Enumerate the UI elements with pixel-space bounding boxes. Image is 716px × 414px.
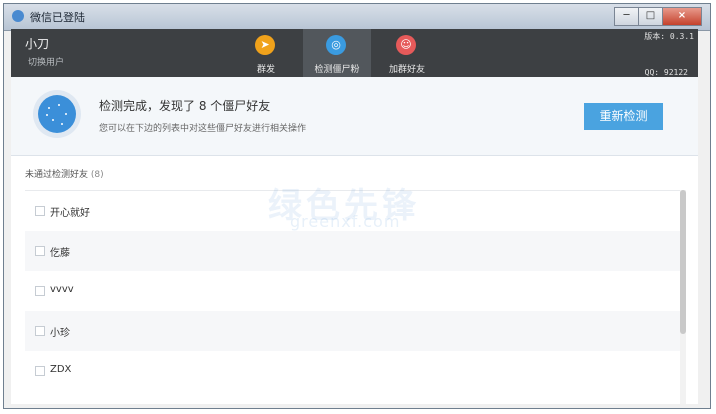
detection-result-panel: 检测完成，发现了 8 个僵尸好友 您可以在下边的列表中对这些僵尸好友进行相关操作… [11, 77, 698, 156]
maximize-button[interactable]: □ [638, 7, 663, 26]
add-friend-icon: ☺ [396, 35, 416, 55]
close-button[interactable]: × [662, 7, 702, 26]
minimize-button[interactable]: ─ [614, 7, 639, 26]
detect-icon: ◎ [326, 35, 346, 55]
qq-number: QQ: 92122 [644, 68, 688, 77]
list-item[interactable]: 小珍 [25, 311, 680, 351]
window-title: 微信已登陆 [30, 11, 85, 24]
list-scrollbar[interactable] [680, 190, 686, 404]
list-header: 未通过检测好友 (8) [25, 167, 104, 180]
friend-name: 仡藤 [50, 248, 70, 259]
nav-tab-label: 加群好友 [388, 65, 425, 75]
globe-icon [33, 90, 81, 138]
friend-name: vvvv [50, 284, 74, 295]
select-checkbox[interactable] [35, 326, 45, 336]
nav-tab-label: 检测僵尸粉 [314, 65, 360, 75]
paper-plane-icon: ➤ [255, 35, 275, 55]
switch-user-link[interactable]: 切换用户 [28, 55, 64, 68]
friend-name: ZDX [50, 364, 72, 375]
select-checkbox[interactable] [35, 286, 45, 296]
list-header-label: 未通过检测好友 [25, 170, 89, 180]
list-count: (8) [90, 170, 104, 180]
friend-name: 开心就好 [50, 208, 90, 219]
nav-tab-broadcast[interactable]: ➤ 群发 [232, 29, 300, 77]
redetect-button[interactable]: 重新检测 [584, 103, 663, 130]
friend-name: 小珍 [50, 328, 70, 339]
title-bar[interactable]: 微信已登陆 ─ □ × [4, 4, 710, 31]
scrollbar-thumb[interactable] [680, 190, 686, 334]
top-navigation-bar: 小刀 切换用户 ➤ 群发 ◎ 检测僵尸粉 ☺ 加群好友 版本: 0.3.1 QQ… [11, 29, 698, 77]
watermark-url: greenxf.com [290, 212, 401, 231]
list-item[interactable]: ZDX [25, 351, 680, 391]
select-checkbox[interactable] [35, 366, 45, 376]
nav-tab-add-group-friends[interactable]: ☺ 加群好友 [373, 29, 441, 77]
version-label: 版本: 0.3.1 [644, 32, 694, 41]
user-name: 小刀 [25, 37, 50, 51]
nav-tab-label: 群发 [256, 65, 275, 75]
window-controls: ─ □ × [614, 7, 702, 26]
select-checkbox[interactable] [35, 206, 45, 216]
list-item[interactable]: 仡藤 [25, 231, 680, 271]
nav-tab-detect-zombie[interactable]: ◎ 检测僵尸粉 [303, 29, 371, 77]
result-subtitle: 您可以在下边的列表中对这些僵尸好友进行相关操作 [99, 124, 307, 134]
result-title: 检测完成，发现了 8 个僵尸好友 [99, 99, 271, 113]
select-checkbox[interactable] [35, 246, 45, 256]
app-logo-icon [12, 10, 24, 22]
list-item[interactable]: vvvv [25, 271, 680, 311]
